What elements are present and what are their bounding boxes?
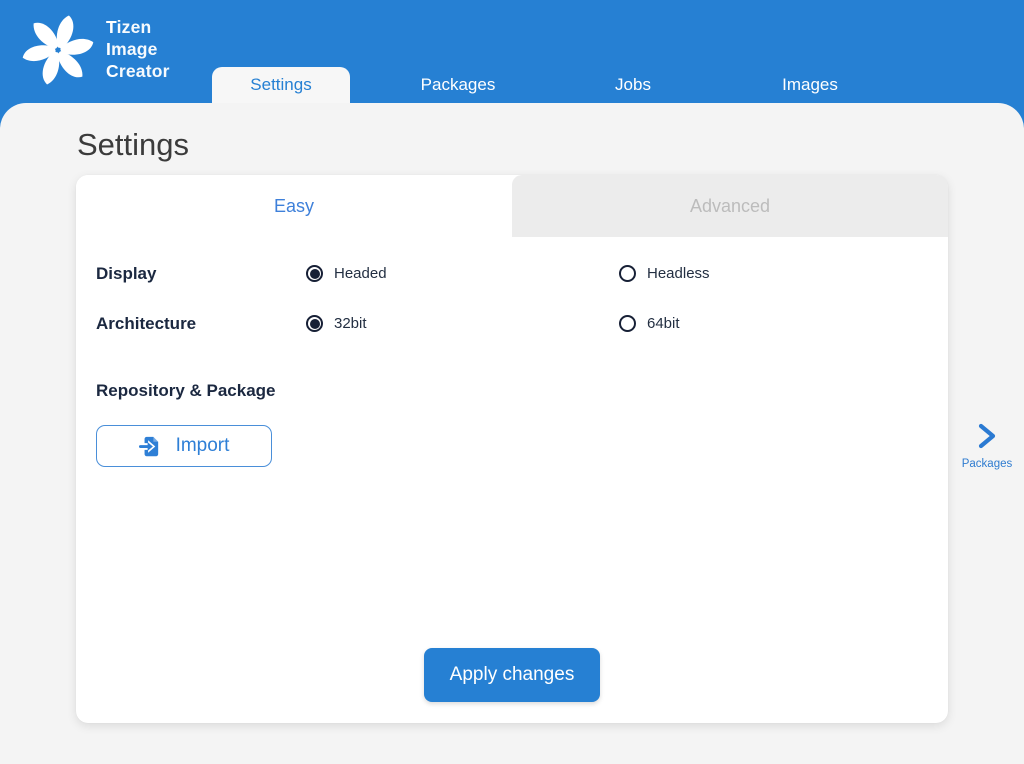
repository-package-label: Repository & Package — [96, 381, 276, 401]
radio-headless-label: Headless — [647, 265, 710, 282]
tab-easy[interactable]: Easy — [76, 175, 512, 237]
apply-changes-button[interactable]: Apply changes — [424, 648, 600, 702]
app-title: Tizen Image Creator — [106, 16, 170, 82]
import-button[interactable]: Import — [96, 425, 272, 467]
page-title: Settings — [77, 127, 189, 163]
app-logo: Tizen Image Creator — [0, 0, 210, 103]
radio-headed[interactable] — [306, 265, 323, 282]
radio-headless[interactable] — [619, 265, 636, 282]
side-nav-packages[interactable]: Packages — [950, 423, 1024, 470]
radio-64bit[interactable] — [619, 315, 636, 332]
radio-32bit[interactable] — [306, 315, 323, 332]
radio-option-64bit[interactable]: 64bit — [619, 315, 680, 332]
nav-tab-settings[interactable]: Settings — [212, 67, 350, 103]
app-title-line: Image — [106, 38, 170, 60]
radio-option-32bit[interactable]: 32bit — [306, 315, 367, 332]
pinwheel-logo-icon — [16, 6, 100, 94]
app-title-line: Creator — [106, 60, 170, 82]
tab-advanced[interactable]: Advanced — [512, 175, 948, 237]
settings-card: Easy Advanced Display Headed Headless Ar… — [76, 175, 948, 723]
app-title-line: Tizen — [106, 16, 170, 38]
chevron-right-icon — [976, 423, 998, 449]
radio-64bit-label: 64bit — [647, 315, 680, 332]
radio-headed-label: Headed — [334, 265, 387, 282]
app-header: Tizen Image Creator Settings Packages Jo… — [0, 0, 1024, 103]
radio-option-headed[interactable]: Headed — [306, 265, 387, 282]
main-content: Settings Easy Advanced Display Headed He… — [0, 103, 1024, 764]
nav-tab-images[interactable]: Images — [734, 67, 886, 103]
nav-tab-packages[interactable]: Packages — [382, 67, 534, 103]
import-button-label: Import — [176, 435, 230, 457]
nav-tab-jobs[interactable]: Jobs — [557, 67, 709, 103]
display-label: Display — [96, 264, 156, 284]
radio-32bit-label: 32bit — [334, 315, 367, 332]
radio-option-headless[interactable]: Headless — [619, 265, 710, 282]
app-window: Tizen Image Creator Settings Packages Jo… — [0, 0, 1024, 764]
settings-mode-tabs: Easy Advanced — [76, 175, 948, 237]
architecture-label: Architecture — [96, 314, 196, 334]
side-nav-packages-label: Packages — [962, 458, 1013, 470]
file-import-icon — [139, 435, 162, 458]
